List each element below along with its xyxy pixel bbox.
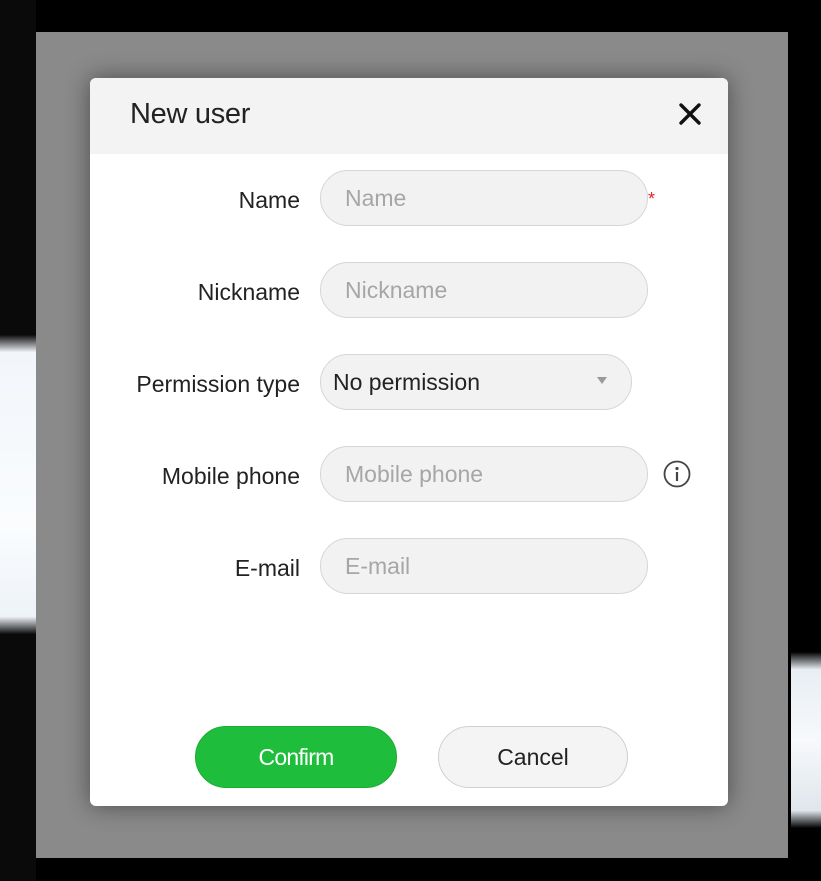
- chevron-down-icon: [597, 377, 607, 384]
- info-icon[interactable]: [662, 459, 692, 489]
- cancel-button[interactable]: Cancel: [438, 726, 628, 788]
- email-input[interactable]: [345, 539, 631, 593]
- dialog-header: New user: [90, 78, 728, 154]
- name-field[interactable]: [320, 170, 648, 226]
- mobile-phone-label: Mobile phone: [161, 463, 300, 489]
- email-field[interactable]: [320, 538, 648, 594]
- mobile-phone-field[interactable]: [320, 446, 648, 502]
- close-icon: [679, 103, 701, 125]
- nickname-field[interactable]: [320, 262, 648, 318]
- dialog-title: New user: [130, 98, 251, 130]
- permission-type-label: Permission type: [136, 371, 300, 397]
- confirm-button[interactable]: Confirm: [195, 726, 397, 788]
- name-label: Name: [238, 187, 300, 213]
- close-button[interactable]: [674, 98, 706, 130]
- background-page-left: [0, 0, 36, 881]
- new-user-dialog: New user Name * Nickname Permission type…: [90, 78, 728, 806]
- email-label: E-mail: [234, 555, 300, 581]
- required-star: *: [648, 189, 656, 209]
- screen-frame: New user Name * Nickname Permission type…: [0, 0, 821, 881]
- mobile-phone-input[interactable]: [345, 447, 631, 501]
- background-page-right: [791, 0, 821, 881]
- nickname-input[interactable]: [345, 263, 631, 317]
- permission-type-select[interactable]: No permission: [320, 354, 632, 410]
- name-input[interactable]: [345, 171, 631, 225]
- permission-type-value: No permission: [333, 369, 480, 395]
- nickname-label: Nickname: [197, 279, 300, 305]
